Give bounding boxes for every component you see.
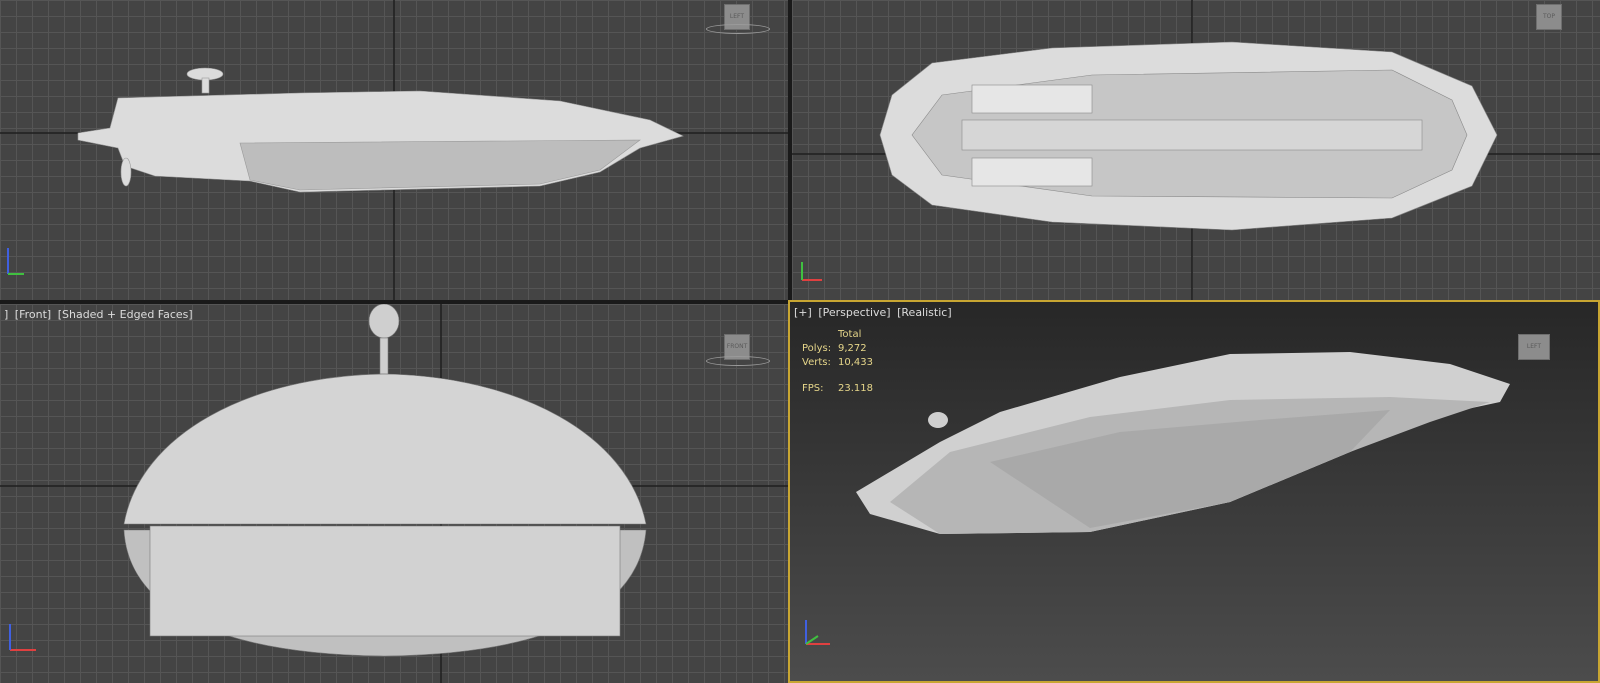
viewport-menu-plus[interactable]: [+]	[794, 306, 812, 319]
viewcube-ring[interactable]	[706, 356, 770, 366]
polys-label: Polys:	[802, 343, 832, 354]
front-view-scene	[0, 304, 788, 683]
verts-value: 10,433	[838, 357, 873, 368]
stats-header: Total	[838, 329, 862, 340]
viewport-perspective[interactable]: [+] [Perspective] [Realistic] Total Poly…	[788, 300, 1600, 683]
axis-tripod-icon	[801, 262, 822, 281]
viewport-label[interactable]: [+] [Perspective] [Realistic]	[794, 306, 955, 319]
statistics-overlay: Total Polys: 9,272 Verts: 10,433 FPS: 23.11…	[802, 328, 873, 396]
viewport-shading-menu[interactable]: [Realistic]	[897, 306, 952, 319]
viewcube-ring[interactable]	[706, 24, 770, 34]
polys-value: 9,272	[838, 343, 867, 354]
viewport-front[interactable]: ] [Front] [Shaded + Edged Faces] FRONT	[0, 304, 788, 683]
left-view-scene	[0, 0, 788, 300]
top-view-scene	[792, 0, 1600, 300]
viewport-menu-bracket[interactable]: ]	[4, 308, 8, 321]
axis-tripod-icon	[7, 248, 24, 275]
viewport-label[interactable]: ] [Front] [Shaded + Edged Faces]	[4, 308, 196, 321]
perspective-view-scene	[856, 352, 1510, 534]
axis-tripod-icon	[9, 624, 36, 651]
viewcube-icon[interactable]: LEFT	[1518, 334, 1550, 360]
ship-side-profile	[77, 67, 684, 193]
viewport-left[interactable]: LEFT	[0, 0, 788, 300]
viewport-view-menu[interactable]: [Perspective]	[818, 306, 890, 319]
ship-perspective-render	[856, 352, 1510, 534]
fps-value: 23.118	[838, 383, 873, 394]
ship-front-profile	[123, 304, 647, 657]
fps-label: FPS:	[802, 383, 824, 394]
viewport-shading-menu[interactable]: [Shaded + Edged Faces]	[58, 308, 193, 321]
verts-label: Verts:	[802, 357, 831, 368]
axis-tripod-icon	[805, 620, 830, 645]
viewcube-icon[interactable]: TOP	[1536, 4, 1562, 30]
viewport-view-menu[interactable]: [Front]	[15, 308, 51, 321]
ship-top-profile	[879, 41, 1498, 231]
viewport-top[interactable]: TOP	[792, 0, 1600, 300]
